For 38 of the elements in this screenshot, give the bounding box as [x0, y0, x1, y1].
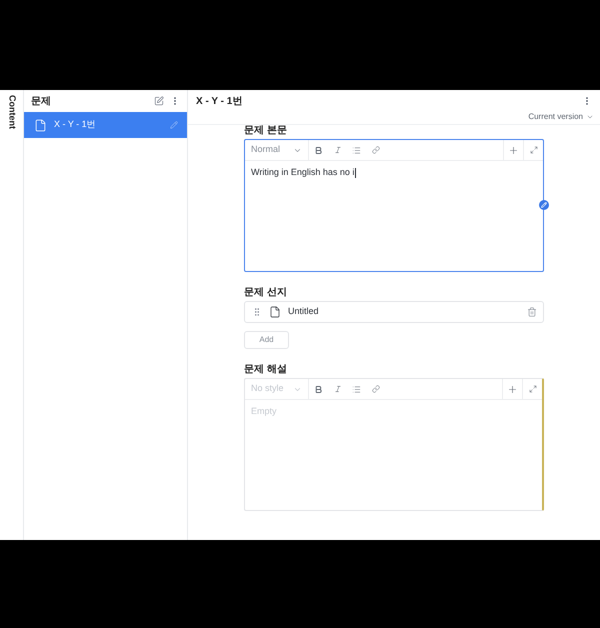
item-title: X - Y - 1번 [54, 118, 96, 132]
field-label: 문제 선지 [244, 287, 288, 299]
bullet-list-icon [352, 146, 361, 154]
pane-title: 문제 [31, 94, 51, 108]
edit-pencil-badge-icon[interactable] [539, 200, 549, 210]
rail-tab[interactable]: Content [4, 95, 18, 129]
plus-icon [508, 144, 519, 156]
text-cursor-icon [355, 168, 356, 178]
plus-icon [507, 384, 518, 394]
trash-icon [527, 307, 537, 317]
rich-text-editor[interactable]: Normal Writing in English has no i [244, 139, 544, 272]
field-label: 문제 해설 [244, 364, 288, 376]
rich-text-field[interactable]: Writing in English has no i [245, 161, 543, 271]
italic-icon [334, 385, 342, 393]
bold-icon [314, 384, 323, 394]
compose-icon [154, 96, 164, 106]
version-select[interactable]: Current version [528, 112, 594, 122]
bold-icon [314, 146, 323, 154]
document-title: X - Y - 1번 [196, 94, 242, 108]
bullet-list-icon [352, 384, 361, 394]
document-icon [34, 118, 47, 132]
expand-icon [528, 385, 536, 393]
array-item[interactable]: Untitled [244, 301, 544, 323]
link-icon [372, 385, 380, 393]
chevron-down-icon [586, 113, 594, 121]
expand-icon [530, 146, 538, 154]
pencil-icon [170, 121, 178, 129]
document-list-item[interactable]: X - Y - 1번 [24, 112, 187, 138]
style-select[interactable]: Normal [245, 140, 309, 160]
delete-button[interactable] [527, 307, 537, 317]
italic-icon [334, 146, 342, 154]
field-label: 문제 본문 [244, 125, 288, 137]
document-icon [269, 306, 281, 318]
item-title: Untitled [288, 305, 319, 318]
link-icon [372, 146, 380, 154]
drag-handle-icon[interactable] [252, 307, 262, 317]
add-button[interactable]: Add [244, 331, 289, 349]
compose-button[interactable] [154, 96, 164, 106]
